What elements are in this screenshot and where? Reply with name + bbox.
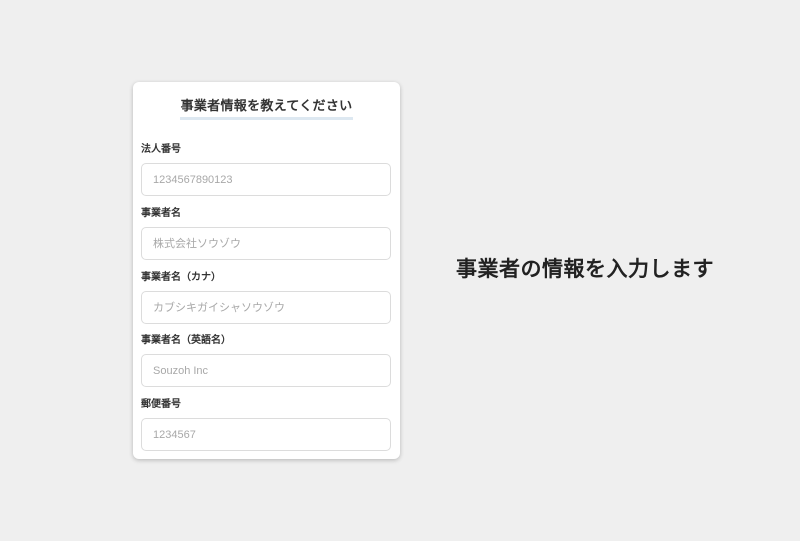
business-name-label: 事業者名 [141, 208, 181, 219]
business-info-form-card: 事業者情報を教えてください 法人番号 事業者名 事業者名（カナ） 事業者名（英語… [133, 82, 400, 459]
form-title: 事業者情報を教えてください [179, 99, 354, 120]
business-name-english-label: 事業者名（英語名） [141, 335, 231, 346]
business-name-english-field: 事業者名（英語名） [141, 335, 391, 387]
corporate-number-label: 法人番号 [141, 144, 181, 155]
business-name-input[interactable] [141, 227, 391, 260]
business-name-english-input[interactable] [141, 354, 391, 387]
business-name-kana-field: 事業者名（カナ） [141, 272, 391, 324]
business-name-field: 事業者名 [141, 208, 391, 260]
corporate-number-field: 法人番号 [141, 144, 391, 196]
postal-code-field: 郵便番号 [141, 399, 391, 451]
step-caption: 事業者の情報を入力します [456, 257, 714, 281]
postal-code-input[interactable] [141, 418, 391, 451]
postal-code-label: 郵便番号 [141, 399, 181, 410]
form-header: 事業者情報を教えてください [133, 95, 400, 120]
business-name-kana-input[interactable] [141, 291, 391, 324]
business-name-kana-label: 事業者名（カナ） [141, 272, 221, 283]
corporate-number-input[interactable] [141, 163, 391, 196]
